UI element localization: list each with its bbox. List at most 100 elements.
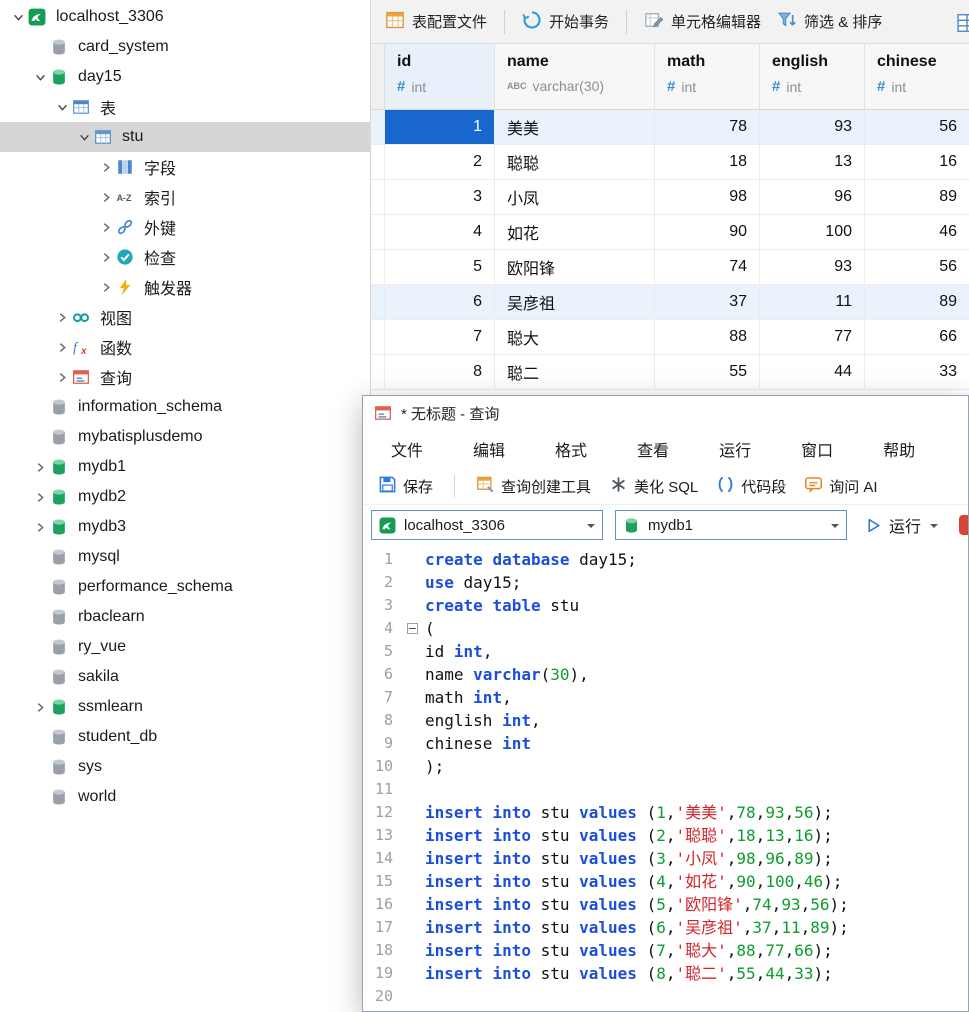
sql-line[interactable]: 11 bbox=[363, 778, 968, 801]
chevron-right-icon[interactable] bbox=[30, 462, 50, 473]
grid-cell[interactable]: 聪聪 bbox=[495, 145, 655, 179]
fold-collapse-icon[interactable] bbox=[407, 623, 418, 634]
toolbar-button-save[interactable]: 保存 bbox=[373, 472, 438, 501]
column-header-id[interactable]: id # int bbox=[385, 44, 495, 109]
tree-item[interactable]: world bbox=[0, 782, 370, 812]
row-marker[interactable] bbox=[371, 180, 385, 214]
database-select[interactable]: mydb1 bbox=[615, 510, 847, 540]
row-marker[interactable] bbox=[371, 320, 385, 354]
row-marker[interactable] bbox=[371, 145, 385, 179]
grid-cell[interactable]: 18 bbox=[655, 145, 760, 179]
chevron-down-icon[interactable] bbox=[30, 72, 50, 83]
grid-cell[interactable]: 4 bbox=[385, 215, 495, 249]
stop-button-partial[interactable] bbox=[959, 515, 968, 535]
row-marker[interactable] bbox=[371, 355, 385, 389]
grid-cell[interactable]: 89 bbox=[865, 180, 969, 214]
grid-cell[interactable]: 6 bbox=[385, 285, 495, 319]
sql-line[interactable]: 9 chinese int bbox=[363, 732, 968, 755]
sql-line[interactable]: 15 insert into stu values (4,'如花',90,100,… bbox=[363, 870, 968, 893]
sql-line[interactable]: 5 id int, bbox=[363, 640, 968, 663]
chevron-down-icon[interactable] bbox=[8, 12, 28, 23]
grid-cell[interactable]: 98 bbox=[655, 180, 760, 214]
tree-item[interactable]: mydb3 bbox=[0, 512, 370, 542]
grid-cell[interactable]: 2 bbox=[385, 145, 495, 179]
tree-item[interactable]: 触发器 bbox=[0, 272, 370, 302]
toolbar-button-table-profile[interactable]: 表配置文件 bbox=[379, 6, 493, 38]
toolbar-button-filter-sort[interactable]: 筛选 & 排序 bbox=[771, 6, 888, 38]
sql-editor[interactable]: 1 create database day15; 2 use day15; 3 creat… bbox=[363, 545, 968, 1011]
menu-item[interactable]: 格式 bbox=[555, 437, 587, 461]
row-marker[interactable] bbox=[371, 285, 385, 319]
chevron-right-icon[interactable] bbox=[52, 372, 72, 383]
tree-item[interactable]: ry_vue bbox=[0, 632, 370, 662]
chevron-right-icon[interactable] bbox=[96, 222, 116, 233]
sql-line[interactable]: 19 insert into stu values (8,'聪二',55,44,3… bbox=[363, 962, 968, 985]
tree-item[interactable]: 检查 bbox=[0, 242, 370, 272]
sql-line[interactable]: 8 english int, bbox=[363, 709, 968, 732]
grid-cell[interactable]: 如花 bbox=[495, 215, 655, 249]
toolbar-button-begin-transaction[interactable]: 开始事务 bbox=[516, 6, 615, 38]
grid-cell[interactable]: 96 bbox=[760, 180, 865, 214]
grid-cell[interactable]: 90 bbox=[655, 215, 760, 249]
chevron-right-icon[interactable] bbox=[30, 702, 50, 713]
sql-line[interactable]: 2 use day15; bbox=[363, 571, 968, 594]
grid-cell[interactable]: 13 bbox=[760, 145, 865, 179]
toolbar-button-snippet[interactable]: 代码段 bbox=[711, 472, 791, 501]
column-header-name[interactable]: name ABC varchar(30) bbox=[495, 44, 655, 109]
grid-cell[interactable]: 88 bbox=[655, 320, 760, 354]
grid-cell[interactable]: 46 bbox=[865, 215, 969, 249]
grid-cell[interactable]: 吴彦祖 bbox=[495, 285, 655, 319]
grid-cell[interactable]: 7 bbox=[385, 320, 495, 354]
tree-item[interactable]: mybatisplusdemo bbox=[0, 422, 370, 452]
grid-cell[interactable]: 93 bbox=[760, 110, 865, 144]
column-header-chinese[interactable]: chinese # int bbox=[865, 44, 969, 109]
tree-item[interactable]: 表 bbox=[0, 92, 370, 122]
sql-line[interactable]: 4( bbox=[363, 617, 968, 640]
grid-cell[interactable]: 聪大 bbox=[495, 320, 655, 354]
column-header-english[interactable]: english # int bbox=[760, 44, 865, 109]
toolbar-button-cell-editor[interactable]: 单元格编辑器 bbox=[638, 6, 767, 38]
toolbar-button-beautify[interactable]: 美化 SQL bbox=[604, 472, 703, 501]
chevron-right-icon[interactable] bbox=[96, 162, 116, 173]
tree-item[interactable]: 外键 bbox=[0, 212, 370, 242]
sql-line[interactable]: 16 insert into stu values (5,'欧阳锋',74,93,… bbox=[363, 893, 968, 916]
grid-cell[interactable]: 5 bbox=[385, 250, 495, 284]
sql-line[interactable]: 18 insert into stu values (7,'聪大',88,77,6… bbox=[363, 939, 968, 962]
grid-cell[interactable]: 33 bbox=[865, 355, 969, 389]
grid-cell[interactable]: 小凤 bbox=[495, 180, 655, 214]
connection-select[interactable]: localhost_3306 bbox=[371, 510, 603, 540]
menu-item[interactable]: 窗口 bbox=[801, 437, 833, 461]
row-marker[interactable] bbox=[371, 250, 385, 284]
grid-cell[interactable]: 74 bbox=[655, 250, 760, 284]
sql-line[interactable]: 14 insert into stu values (3,'小凤',98,96,8… bbox=[363, 847, 968, 870]
row-marker[interactable] bbox=[371, 215, 385, 249]
sql-line[interactable]: 6 name varchar(30), bbox=[363, 663, 968, 686]
sql-line[interactable]: 1 create database day15; bbox=[363, 548, 968, 571]
chevron-right-icon[interactable] bbox=[30, 492, 50, 503]
tree-item[interactable]: student_db bbox=[0, 722, 370, 752]
grid-cell[interactable]: 78 bbox=[655, 110, 760, 144]
grid-cell[interactable]: 美美 bbox=[495, 110, 655, 144]
menu-item[interactable]: 文件 bbox=[391, 437, 423, 461]
tree-item[interactable]: mydb2 bbox=[0, 482, 370, 512]
chevron-right-icon[interactable] bbox=[96, 282, 116, 293]
grid-cell[interactable]: 93 bbox=[760, 250, 865, 284]
tree-item[interactable]: day15 bbox=[0, 62, 370, 92]
toolbar-button-ask-ai[interactable]: 询问 AI bbox=[799, 472, 882, 501]
menu-item[interactable]: 运行 bbox=[719, 437, 751, 461]
chevron-right-icon[interactable] bbox=[96, 252, 116, 263]
tree-item[interactable]: mydb1 bbox=[0, 452, 370, 482]
grid-cell[interactable]: 77 bbox=[760, 320, 865, 354]
sql-line[interactable]: 17 insert into stu values (6,'吴彦祖',37,11,… bbox=[363, 916, 968, 939]
tree-item[interactable]: 字段 bbox=[0, 152, 370, 182]
query-window-titlebar[interactable]: * 无标题 - 查询 bbox=[363, 396, 968, 430]
menu-item[interactable]: 编辑 bbox=[473, 437, 505, 461]
tree-item[interactable]: f x 函数 bbox=[0, 332, 370, 362]
grid-cell[interactable]: 44 bbox=[760, 355, 865, 389]
chevron-right-icon[interactable] bbox=[96, 192, 116, 203]
grid-cell[interactable]: 3 bbox=[385, 180, 495, 214]
grid-cell[interactable]: 66 bbox=[865, 320, 969, 354]
tree-item[interactable]: rbaclearn bbox=[0, 602, 370, 632]
row-marker[interactable] bbox=[371, 110, 385, 144]
column-header-math[interactable]: math # int bbox=[655, 44, 760, 109]
